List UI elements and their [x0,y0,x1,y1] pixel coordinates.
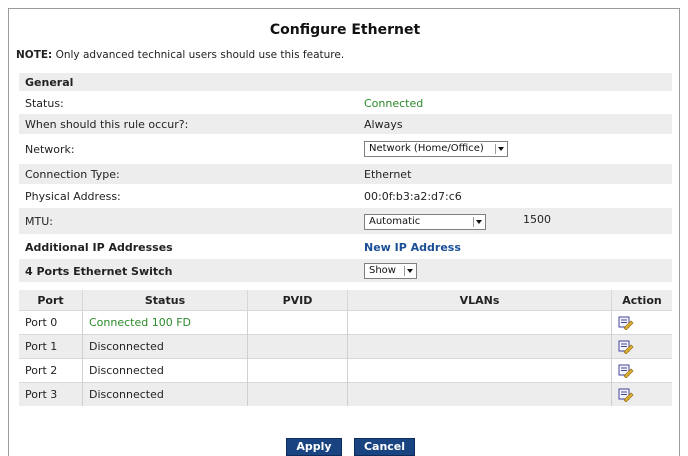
table-row: Port 0 Connected 100 FD [19,310,672,335]
mtu-value: 1500 [523,213,551,226]
switch-show-value: Show [369,265,396,276]
port-cell: Port 0 [19,310,83,335]
edit-icon[interactable] [618,340,634,354]
apply-button[interactable]: Apply [286,438,342,456]
port-cell: Port 3 [19,382,83,406]
action-cell [611,334,672,359]
action-cell [611,310,672,335]
port-cell: Port 2 [19,358,83,383]
network-row: Network: Network (Home/Office) [19,136,672,163]
physical-address-label: Physical Address: [25,190,121,203]
network-select-value: Network (Home/Office) [369,143,484,154]
column-header-action: Action [611,290,672,311]
pvid-cell [247,310,348,335]
column-header-status: Status [82,290,248,311]
chevron-down-icon [495,144,505,154]
vlans-cell [347,310,612,335]
action-cell [611,358,672,383]
pvid-cell [247,334,348,359]
rule-value: Always [364,118,403,131]
status-row: Status: Connected [19,93,672,113]
rule-label: When should this rule occur?: [25,118,189,131]
mtu-row: MTU: Automatic 1500 [19,208,672,235]
column-header-pvid: PVID [247,290,348,311]
connection-type-value: Ethernet [364,168,412,181]
port-cell: Port 1 [19,334,83,359]
edit-icon[interactable] [618,388,634,402]
vlans-cell [347,334,612,359]
connection-type-label: Connection Type: [25,168,120,181]
switch-row: 4 Ports Ethernet Switch Show [19,259,672,283]
page-title: Configure Ethernet [269,22,421,38]
pvid-cell [247,358,348,383]
chevron-down-icon [404,266,414,276]
column-header-port: Port [19,290,83,311]
physical-address-value: 00:0f:b3:a2:d7:c6 [364,190,462,203]
new-ip-address-link[interactable]: New IP Address [364,241,461,254]
mtu-select-value: Automatic [369,216,421,227]
vlans-cell [347,382,612,406]
edit-icon[interactable] [618,316,634,330]
status-value: Connected [364,97,424,110]
mtu-label: MTU: [25,215,53,228]
cancel-button[interactable]: Cancel [354,438,415,456]
port-status-cell: Connected 100 FD [82,310,248,335]
table-row: Port 3 Disconnected [19,382,672,406]
action-cell [611,382,672,406]
pvid-cell [247,382,348,406]
rule-row: When should this rule occur?: Always [19,114,672,135]
network-select[interactable]: Network (Home/Office) [364,141,508,157]
physical-address-row: Physical Address: 00:0f:b3:a2:d7:c6 [19,186,672,207]
note-label: NOTE: [16,49,53,61]
switch-show-select[interactable]: Show [364,263,417,279]
mtu-select[interactable]: Automatic [364,214,486,230]
edit-icon[interactable] [618,364,634,378]
vlans-cell [347,358,612,383]
table-row: Port 2 Disconnected [19,358,672,383]
connection-type-row: Connection Type: Ethernet [19,164,672,185]
additional-ip-row: Additional IP Addresses New IP Address [19,236,672,258]
port-status-cell: Disconnected [82,358,248,383]
general-header-label: General [25,76,74,89]
ports-table-header: Port Status PVID VLANs Action [19,290,672,311]
table-row: Port 1 Disconnected [19,334,672,359]
note-text: NOTE: Only advanced technical users shou… [16,49,344,61]
ports-table: Port Status PVID VLANs Action Port 0 Con… [19,290,672,406]
status-label: Status: [25,97,64,110]
switch-label: 4 Ports Ethernet Switch [25,265,173,278]
note-body: Only advanced technical users should use… [52,49,345,61]
general-section-header: General [19,73,672,92]
port-status-cell: Disconnected [82,382,248,406]
network-label: Network: [25,143,75,156]
configure-ethernet-panel: Configure Ethernet NOTE: Only advanced t… [8,8,680,456]
chevron-down-icon [473,217,483,227]
port-status-cell: Disconnected [82,334,248,359]
additional-ip-label: Additional IP Addresses [25,241,173,254]
column-header-vlans: VLANs [347,290,612,311]
